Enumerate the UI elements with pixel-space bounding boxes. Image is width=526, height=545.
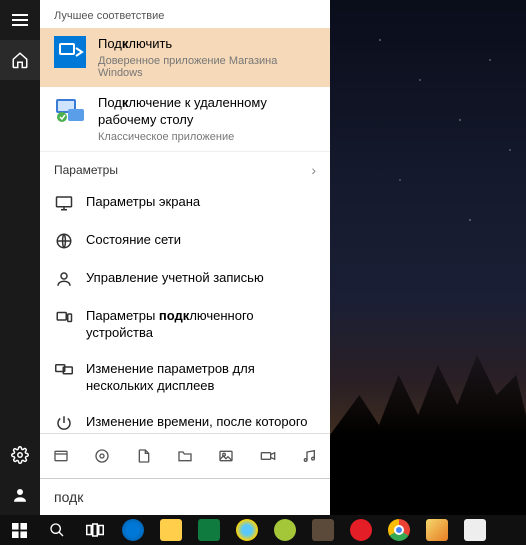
monitor-icon [54, 193, 74, 213]
settings-rail-button[interactable] [0, 435, 40, 475]
user-rail-button[interactable] [0, 475, 40, 515]
home-icon [11, 51, 29, 69]
taskbar-app-opera[interactable] [342, 515, 380, 545]
taskbar-app-chrome[interactable] [380, 515, 418, 545]
param-label: Параметры подключенного устройства [86, 307, 316, 342]
search-query-text: подк [54, 489, 83, 505]
filter-documents[interactable] [123, 438, 164, 474]
document-icon [136, 448, 152, 464]
search-results-panel: Лучшее соответствие Подключить Доверенно… [40, 0, 330, 515]
connect-app-icon [54, 36, 86, 68]
result-title: Подключить [98, 36, 316, 53]
power-icon [54, 413, 74, 433]
result-title: Подключение к удаленному рабочему столу [98, 95, 316, 129]
params-header-label: Параметры [54, 163, 118, 177]
chevron-right-icon: › [311, 162, 316, 178]
param-multi-display[interactable]: Изменение параметров для нескольких дисп… [40, 351, 330, 404]
filter-music[interactable] [289, 438, 330, 474]
param-connected-device[interactable]: Параметры подключенного устройства [40, 298, 330, 351]
windows-logo-icon [12, 523, 27, 538]
gear-small-icon [94, 448, 110, 464]
param-label: Изменение параметров для нескольких дисп… [86, 360, 316, 395]
task-view-icon [86, 523, 104, 537]
globe-icon [54, 231, 74, 251]
photo-icon [218, 448, 234, 464]
start-left-rail [0, 0, 40, 515]
taskbar-app-store[interactable] [190, 515, 228, 545]
result-rdp-app[interactable]: Подключение к удаленному рабочему столу … [40, 87, 330, 151]
param-label: Управление учетной записью [86, 269, 316, 287]
taskbar-app-ie[interactable] [228, 515, 266, 545]
rdp-app-icon [54, 95, 86, 127]
param-label: Состояние сети [86, 231, 316, 249]
apps-icon [53, 448, 69, 464]
filter-bar [40, 433, 330, 478]
taskbar-app-explorer[interactable] [152, 515, 190, 545]
user-small-icon [54, 269, 74, 289]
params-section-header[interactable]: Параметры › [40, 151, 330, 184]
taskbar-app-gimp[interactable] [304, 515, 342, 545]
taskbar-app-paint[interactable] [418, 515, 456, 545]
taskbar [0, 515, 526, 545]
taskbar-app-edge[interactable] [114, 515, 152, 545]
param-label: Параметры экрана [86, 193, 316, 211]
gear-icon [11, 446, 29, 464]
device-icon [54, 307, 74, 327]
search-query-display[interactable]: подк [40, 478, 330, 515]
filter-photos[interactable] [206, 438, 247, 474]
taskbar-search-button[interactable] [38, 515, 76, 545]
filter-folders[interactable] [164, 438, 205, 474]
result-sub: Доверенное приложение Магазина Windows [98, 55, 316, 79]
video-icon [260, 448, 276, 464]
param-time-network[interactable]: Изменение времени, после которого подклю… [40, 404, 330, 433]
param-network-status[interactable]: Состояние сети [40, 222, 330, 260]
folder-icon [177, 448, 193, 464]
taskbar-app-calculator[interactable] [456, 515, 494, 545]
best-match-header: Лучшее соответствие [40, 0, 330, 28]
hamburger-icon [12, 14, 28, 26]
param-display-settings[interactable]: Параметры экрана [40, 184, 330, 222]
taskbar-app-android[interactable] [266, 515, 304, 545]
param-label: Изменение времени, после которого подклю… [86, 413, 316, 433]
music-icon [301, 448, 317, 464]
result-sub: Классическое приложение [98, 131, 316, 143]
filter-videos[interactable] [247, 438, 288, 474]
filter-settings[interactable] [81, 438, 122, 474]
multi-monitor-icon [54, 360, 74, 380]
task-view-button[interactable] [76, 515, 114, 545]
hamburger-button[interactable] [0, 0, 40, 40]
user-icon [11, 486, 29, 504]
start-button[interactable] [0, 515, 38, 545]
search-icon [49, 522, 65, 538]
result-connect-app[interactable]: Подключить Доверенное приложение Магазин… [40, 28, 330, 87]
filter-apps[interactable] [40, 438, 81, 474]
param-account-mgmt[interactable]: Управление учетной записью [40, 260, 330, 298]
home-button[interactable] [0, 40, 40, 80]
